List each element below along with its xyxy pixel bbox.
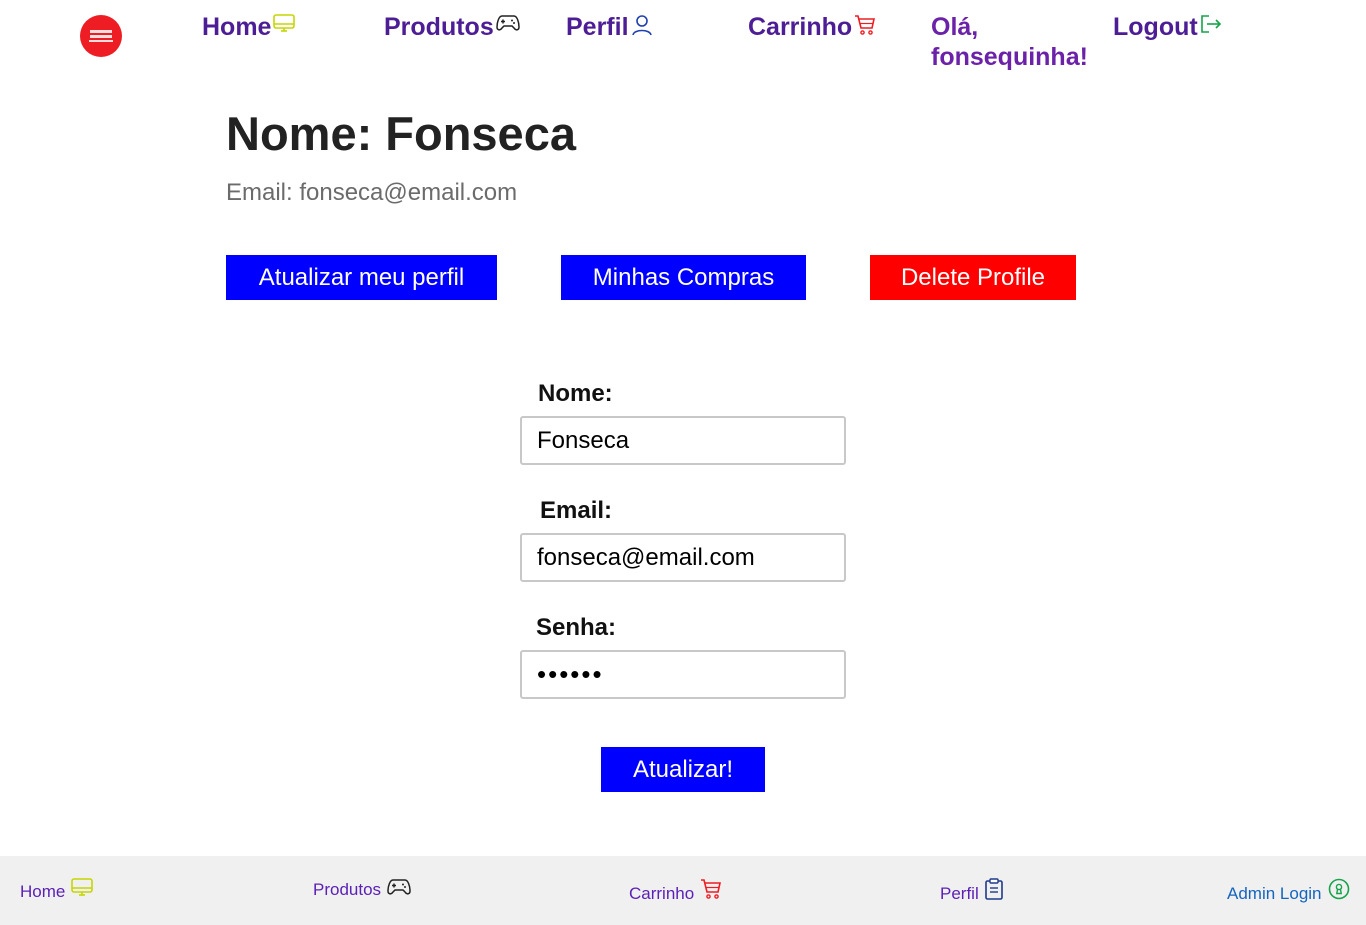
email-input[interactable]: [520, 533, 846, 582]
keyhole-icon: [1328, 878, 1350, 900]
password-label: Senha:: [536, 614, 617, 641]
name-input[interactable]: [520, 416, 846, 465]
nav-logout-label: Logout: [1113, 13, 1198, 41]
password-input[interactable]: [520, 650, 846, 699]
nav-perfil-label: Perfil: [566, 13, 629, 41]
cart-icon: [700, 878, 722, 900]
footer-home-label: Home: [20, 882, 66, 901]
footer-link-carrinho[interactable]: Carrinho: [629, 878, 722, 904]
logo[interactable]: [80, 15, 122, 57]
top-navbar: Home Produtos Perfil Carrinho Olá, fonse…: [0, 0, 1366, 90]
submit-update-button[interactable]: Atualizar!: [601, 747, 765, 792]
footer-link-perfil[interactable]: Perfil: [940, 878, 1003, 904]
clipboard-icon: [984, 878, 1003, 900]
update-profile-button[interactable]: Atualizar meu perfil: [226, 255, 497, 300]
footer-link-admin-login[interactable]: Admin Login: [1227, 878, 1350, 904]
nav-home-label: Home: [202, 13, 272, 41]
logout-icon: [1200, 14, 1222, 34]
nav-home[interactable]: Home: [202, 12, 296, 42]
greeting-text: Olá, fonsequinha!: [931, 13, 1088, 71]
name-label: Nome:: [538, 380, 613, 407]
cart-icon: [854, 14, 876, 36]
my-purchases-button[interactable]: Minhas Compras: [561, 255, 806, 300]
footer: Home Produtos Carrinho Perfil Admin Logi…: [0, 856, 1366, 925]
footer-link-home[interactable]: Home: [20, 878, 94, 902]
footer-admin-label: Admin Login: [1227, 884, 1322, 903]
nav-carrinho-label: Carrinho: [748, 13, 853, 41]
nav-carrinho[interactable]: Carrinho: [748, 12, 876, 42]
gamepad-icon: [387, 878, 411, 896]
profile-email-text: Email: fonseca@email.com: [226, 179, 518, 206]
footer-perfil-label: Perfil: [940, 884, 979, 903]
footer-carrinho-label: Carrinho: [629, 884, 695, 903]
footer-link-produtos[interactable]: Produtos: [313, 878, 411, 900]
delete-profile-button[interactable]: Delete Profile: [870, 255, 1076, 300]
gamepad-icon: [495, 14, 520, 32]
nav-perfil[interactable]: Perfil: [566, 12, 653, 42]
monitor-icon: [273, 14, 296, 34]
nav-logout[interactable]: Logout: [1113, 12, 1222, 42]
monitor-icon: [71, 878, 94, 898]
user-icon: [631, 14, 653, 36]
profile-name-heading: Nome: Fonseca: [226, 107, 576, 160]
nav-produtos[interactable]: Produtos: [384, 12, 520, 42]
email-label: Email:: [540, 497, 613, 524]
footer-produtos-label: Produtos: [313, 880, 382, 899]
nav-produtos-label: Produtos: [384, 13, 494, 41]
